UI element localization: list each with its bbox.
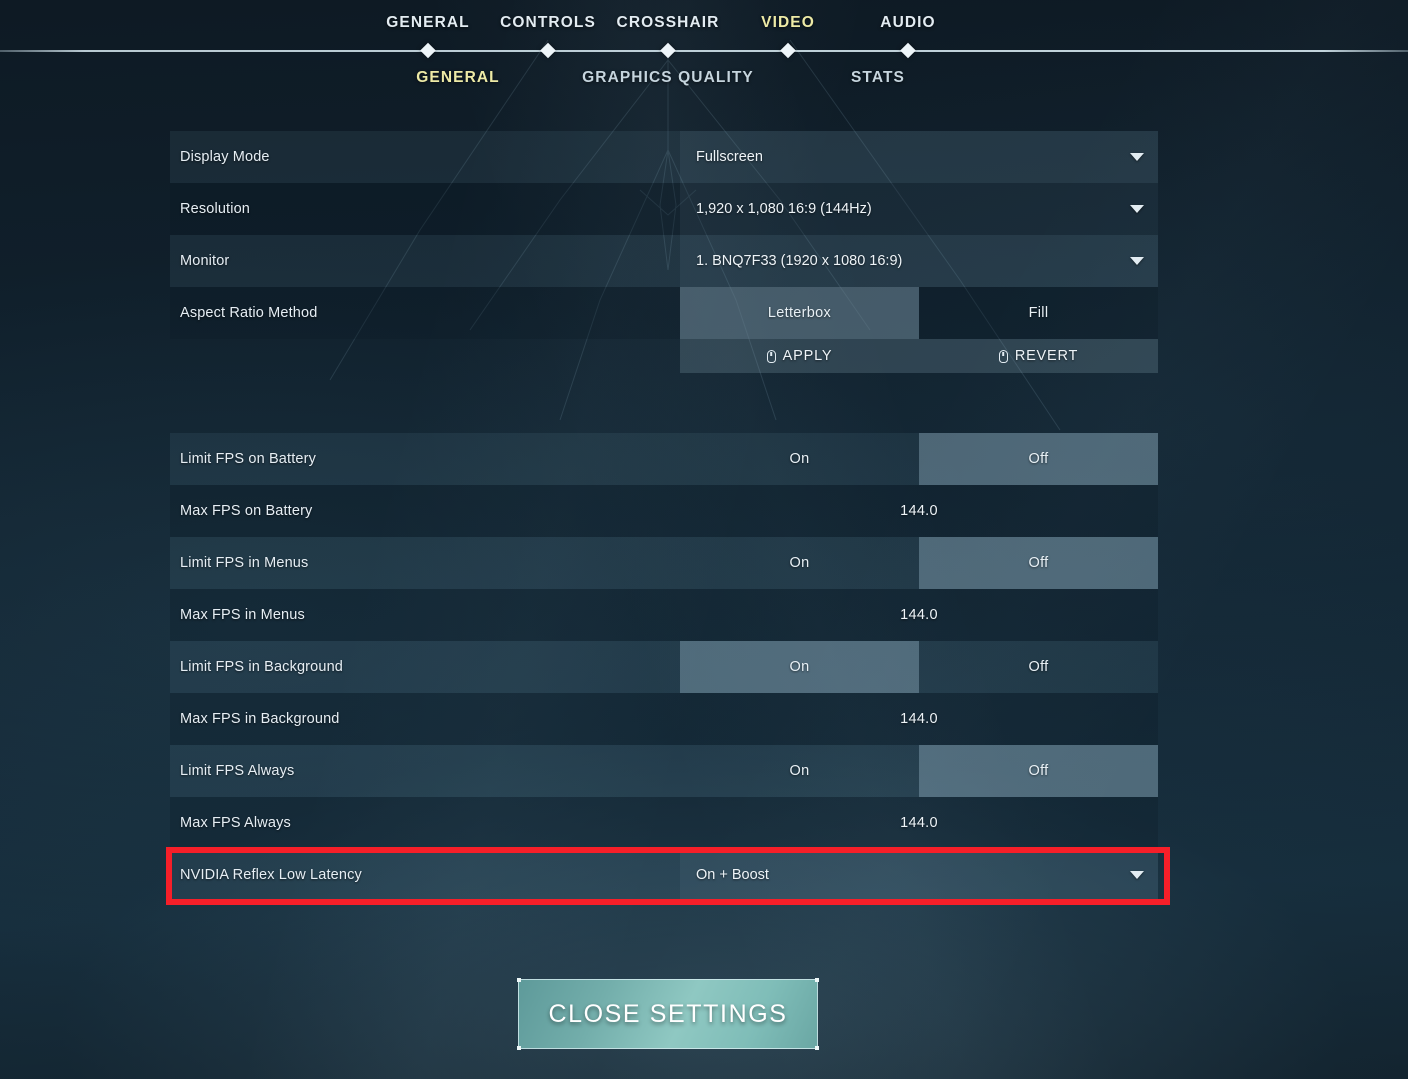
toggle-group: Letterbox Fill xyxy=(680,287,1158,339)
setting-label: NVIDIA Reflex Low Latency xyxy=(180,867,362,883)
setting-label: Limit FPS on Battery xyxy=(180,451,316,467)
toggle-option-on[interactable]: On xyxy=(680,433,919,485)
toggle-option-on[interactable]: On xyxy=(680,641,919,693)
toggle-option-letterbox[interactable]: Letterbox xyxy=(680,287,919,339)
setting-value-area: On + Boost xyxy=(680,849,1158,901)
toggle-option-off[interactable]: Off xyxy=(919,745,1158,797)
toggle-group: On Off xyxy=(680,433,1158,485)
setting-label: Resolution xyxy=(180,201,251,217)
setting-label: Limit FPS Always xyxy=(180,763,295,779)
settings-row: Max FPS in Background 144.0 xyxy=(170,693,1158,745)
setting-value-area: Fullscreen xyxy=(680,131,1158,183)
setting-value-area: On Off xyxy=(680,537,1158,589)
chevron-down-icon[interactable] xyxy=(1130,153,1144,161)
chevron-down-icon[interactable] xyxy=(1130,871,1144,879)
numeric-value[interactable]: 144.0 xyxy=(680,607,1158,623)
settings-row: Monitor 1. BNQ7F33 (1920 x 1080 16:9) xyxy=(170,235,1158,287)
settings-row: Aspect Ratio Method Letterbox Fill xyxy=(170,287,1158,339)
setting-label: Display Mode xyxy=(180,149,270,165)
settings-row: Limit FPS Always On Off xyxy=(170,745,1158,797)
settings-row: Limit FPS in Background On Off xyxy=(170,641,1158,693)
setting-value-area: 1. BNQ7F33 (1920 x 1080 16:9) xyxy=(680,235,1158,287)
chevron-down-icon[interactable] xyxy=(1130,257,1144,265)
subtab-graphics-quality[interactable]: GRAPHICS QUALITY xyxy=(582,69,754,87)
setting-value-area: 144.0 xyxy=(680,797,1158,849)
subtab-general[interactable]: GENERAL xyxy=(416,69,499,87)
numeric-value[interactable]: 144.0 xyxy=(680,815,1158,831)
revert-button-label: REVERT xyxy=(1014,348,1079,364)
setting-label: Max FPS in Menus xyxy=(180,607,305,623)
settings-row: NVIDIA Reflex Low Latency On + Boost xyxy=(170,849,1158,901)
apply-button[interactable]: APPLY xyxy=(680,339,919,373)
settings-row: Max FPS Always 144.0 xyxy=(170,797,1158,849)
fps-settings-panel: Limit FPS on Battery On Off Max FPS on Batt… xyxy=(170,433,1158,901)
apply-button-label: APPLY xyxy=(782,348,833,364)
tab-controls[interactable]: CONTROLS xyxy=(500,14,596,32)
dropdown-resolution[interactable]: 1,920 x 1,080 16:9 (144Hz) xyxy=(680,183,1158,235)
setting-label: Limit FPS in Menus xyxy=(180,555,309,571)
dropdown-selected-value: Fullscreen xyxy=(696,149,763,165)
corner-notch xyxy=(517,1046,521,1050)
settings-row: Display Mode Fullscreen xyxy=(170,131,1158,183)
chevron-down-icon[interactable] xyxy=(1130,205,1144,213)
setting-value-area: On Off xyxy=(680,745,1158,797)
settings-row: Limit FPS on Battery On Off xyxy=(170,433,1158,485)
dropdown-nvidia-reflex-low-latency[interactable]: On + Boost xyxy=(680,849,1158,901)
toggle-option-fill[interactable]: Fill xyxy=(919,287,1158,339)
settings-row: Resolution 1,920 x 1,080 16:9 (144Hz) xyxy=(170,183,1158,235)
apply-revert-row: APPLY REVERT xyxy=(170,339,1158,373)
toggle-group: On Off xyxy=(680,745,1158,797)
dropdown-display-mode[interactable]: Fullscreen xyxy=(680,131,1158,183)
setting-value-area: Letterbox Fill xyxy=(680,287,1158,339)
setting-label: Max FPS Always xyxy=(180,815,291,831)
subtab-stats[interactable]: STATS xyxy=(851,69,905,87)
setting-label: Max FPS in Background xyxy=(180,711,340,727)
toggle-option-off[interactable]: Off xyxy=(919,641,1158,693)
setting-label: Monitor xyxy=(180,253,230,269)
setting-label: Aspect Ratio Method xyxy=(180,305,318,321)
dropdown-selected-value: 1. BNQ7F33 (1920 x 1080 16:9) xyxy=(696,253,903,269)
toggle-option-on[interactable]: On xyxy=(680,745,919,797)
tab-general[interactable]: GENERAL xyxy=(386,14,469,32)
dropdown-monitor[interactable]: 1. BNQ7F33 (1920 x 1080 16:9) xyxy=(680,235,1158,287)
tab-crosshair[interactable]: CROSSHAIR xyxy=(617,14,720,32)
dropdown-selected-value: On + Boost xyxy=(696,867,769,883)
setting-value-area: 144.0 xyxy=(680,485,1158,537)
corner-notch xyxy=(815,1046,819,1050)
revert-button[interactable]: REVERT xyxy=(919,339,1158,373)
settings-row: Limit FPS in Menus On Off xyxy=(170,537,1158,589)
setting-value-area: On Off xyxy=(680,641,1158,693)
toggle-option-off[interactable]: Off xyxy=(919,433,1158,485)
toggle-option-on[interactable]: On xyxy=(680,537,919,589)
tab-audio[interactable]: AUDIO xyxy=(880,14,935,32)
main-tab-bar: GENERAL CONTROLS CROSSHAIR VIDEO AUDIO xyxy=(0,0,1408,59)
settings-row: Max FPS in Menus 144.0 xyxy=(170,589,1158,641)
close-settings-label: CLOSE SETTINGS xyxy=(548,999,788,1028)
mouse-click-icon xyxy=(766,349,776,363)
dropdown-selected-value: 1,920 x 1,080 16:9 (144Hz) xyxy=(696,201,872,217)
apply-revert-strip: APPLY REVERT xyxy=(680,339,1158,373)
nav-divider-line xyxy=(0,50,1408,52)
sub-tab-bar: GENERAL GRAPHICS QUALITY STATS xyxy=(0,58,1408,104)
display-settings-panel: Display Mode Fullscreen Resolution 1,920 x … xyxy=(170,131,1158,373)
setting-value-area: 144.0 xyxy=(680,589,1158,641)
setting-value-area: On Off xyxy=(680,433,1158,485)
toggle-group: On Off xyxy=(680,641,1158,693)
mouse-click-icon xyxy=(998,349,1008,363)
setting-value-area: 1,920 x 1,080 16:9 (144Hz) xyxy=(680,183,1158,235)
corner-notch xyxy=(517,978,521,982)
close-settings-button[interactable]: CLOSE SETTINGS xyxy=(517,978,819,1050)
setting-label: Max FPS on Battery xyxy=(180,503,313,519)
setting-value-area: 144.0 xyxy=(680,693,1158,745)
setting-label: Limit FPS in Background xyxy=(180,659,344,675)
numeric-value[interactable]: 144.0 xyxy=(680,711,1158,727)
toggle-option-off[interactable]: Off xyxy=(919,537,1158,589)
tab-video[interactable]: VIDEO xyxy=(761,14,815,32)
toggle-group: On Off xyxy=(680,537,1158,589)
corner-notch xyxy=(815,978,819,982)
settings-row: Max FPS on Battery 144.0 xyxy=(170,485,1158,537)
numeric-value[interactable]: 144.0 xyxy=(680,503,1158,519)
